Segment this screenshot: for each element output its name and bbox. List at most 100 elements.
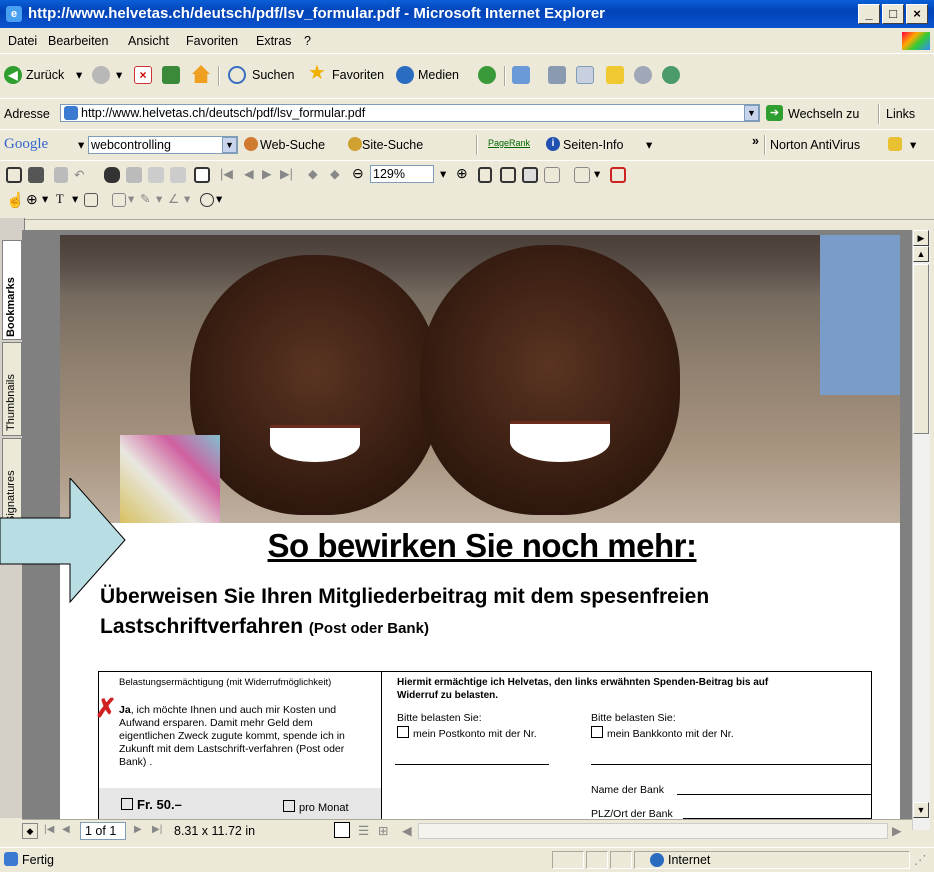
hand-tool-icon[interactable]: ☝ [6,191,25,209]
refresh-icon[interactable] [162,66,180,84]
minimize-button[interactable]: _ [858,4,880,24]
zoom-in-icon[interactable]: ⊕ [456,165,468,182]
go-button[interactable]: Wechseln zu [788,107,859,121]
actual-size-icon[interactable] [478,167,492,183]
page-number-field[interactable]: 1 of 1 [80,822,126,840]
horizontal-scrollbar[interactable] [418,823,888,839]
stamp-icon[interactable] [200,193,214,207]
next-view-icon[interactable]: ◆ [330,166,340,181]
previous-view-icon[interactable]: ◆ [308,166,318,181]
favorites-button[interactable]: Favoriten [332,68,384,82]
google-logo[interactable]: Google [4,136,48,153]
history-icon[interactable] [478,66,496,84]
google-dropdown-icon[interactable]: ▾ [78,137,84,152]
print-icon[interactable] [548,66,566,84]
last-page-icon[interactable]: ▶| [280,166,293,181]
continuous-layout-icon[interactable]: ☰ [358,823,369,838]
zoom-tool-icon[interactable]: ⊕ [26,191,38,208]
zoom-out-icon[interactable]: ⊖ [352,165,364,182]
first-page-icon[interactable]: |◀ [220,166,233,181]
forward-dropdown-icon[interactable]: ▾ [116,67,122,82]
menu-datei[interactable]: Datei [8,34,37,48]
pencil-dropdown-icon[interactable]: ▾ [156,191,162,206]
stamp-dropdown-icon[interactable]: ▾ [216,191,222,206]
links-button[interactable]: Links [886,107,915,121]
next-page-nav-icon[interactable]: ▶ [134,824,142,835]
folder-icon[interactable] [606,66,624,84]
fit-visible-icon[interactable] [544,167,560,183]
search-button[interactable]: Suchen [252,68,294,82]
postkonto-checkbox[interactable] [397,726,409,738]
search-pdf-icon[interactable] [126,167,142,183]
favorites-star-icon[interactable]: ★ [308,63,326,83]
show-hide-nav-icon[interactable]: ◆ [22,823,38,839]
chevron-more-icon[interactable]: » [752,134,759,148]
vertical-scrollbar[interactable]: ▶ ▲ ▼ [912,230,930,830]
resize-grip-icon[interactable]: ⋰ [914,852,927,867]
per-month-checkbox[interactable] [283,800,295,812]
acrobat-icon[interactable] [610,167,626,183]
facing-layout-icon[interactable]: ⊞ [378,823,388,838]
menu-favoriten[interactable]: Favoriten [186,34,238,48]
print-pdf-icon[interactable] [28,167,44,183]
highlight-dropdown-icon[interactable]: ▾ [184,191,190,206]
web-search-button[interactable]: Web-Suche [260,138,325,152]
forward-icon[interactable] [92,66,110,84]
prev-page-icon[interactable]: ◀ [244,166,254,181]
menu-help[interactable]: ? [304,34,311,48]
extract-icon[interactable] [170,167,186,183]
address-input[interactable]: http://www.helvetas.ch/deutsch/pdf/lsv_f… [60,104,760,122]
stop-icon[interactable]: × [134,66,152,84]
page-info-button[interactable]: Seiten-Info [563,138,623,152]
media-icon[interactable] [396,66,414,84]
people-icon[interactable] [662,66,680,84]
go-arrow-icon[interactable]: ➔ [766,105,783,121]
scroll-page-up-icon[interactable]: ▶ [913,230,929,246]
rotate-icon[interactable] [574,167,590,183]
text-select-dropdown-icon[interactable]: ▾ [72,191,78,206]
prev-page-nav-icon[interactable]: ◀ [62,824,70,835]
scroll-down-icon[interactable]: ▼ [913,802,929,818]
first-page-nav-icon[interactable]: |◀ [44,824,54,835]
maximize-button[interactable]: □ [882,4,904,24]
find-icon[interactable] [104,167,120,183]
pages-icon[interactable] [148,167,164,183]
norton-dropdown-icon[interactable]: ▾ [910,137,916,152]
fit-width-icon[interactable] [522,167,538,183]
search-icon[interactable] [228,66,246,84]
back-icon[interactable]: ◀ [4,66,22,84]
back-dropdown-icon[interactable]: ▾ [76,67,82,82]
text-select-icon[interactable]: T [56,192,64,207]
scroll-thumb[interactable] [913,264,929,434]
single-page-layout-icon[interactable] [334,822,350,838]
snapshot-icon[interactable] [84,193,98,207]
zoom-tool-dropdown-icon[interactable]: ▾ [42,191,48,206]
navigation-pane-icon[interactable] [194,167,210,183]
next-page-icon[interactable]: ▶ [262,166,272,181]
last-page-nav-icon[interactable]: ▶| [152,824,162,835]
messenger-icon[interactable] [634,66,652,84]
zoom-dropdown-icon[interactable]: ▾ [440,166,446,181]
norton-antivirus-button[interactable]: Norton AntiVirus [770,138,860,152]
amount-checkbox[interactable] [121,798,133,810]
back-button[interactable]: Zurück [26,68,64,82]
google-search-input[interactable]: webcontrolling [88,136,238,154]
address-dropdown-icon[interactable]: ▼ [744,105,759,121]
note-dropdown-icon[interactable]: ▾ [128,191,134,206]
copy-icon[interactable] [54,167,68,183]
fit-page-icon[interactable] [500,167,516,183]
site-search-button[interactable]: Site-Suche [362,138,423,152]
rotate-dropdown-icon[interactable]: ▾ [594,166,600,181]
bankkonto-checkbox[interactable] [591,726,603,738]
hscroll-left-icon[interactable]: ◀ [402,823,412,838]
tab-bookmarks[interactable]: Bookmarks [2,240,22,340]
highlight-icon[interactable]: ∠ [168,191,179,206]
menu-bearbeiten[interactable]: Bearbeiten [48,34,108,48]
home-icon[interactable] [192,65,210,83]
scroll-up-icon[interactable]: ▲ [913,246,929,262]
google-query-dropdown-icon[interactable]: ▼ [222,137,237,153]
menu-ansicht[interactable]: Ansicht [128,34,169,48]
pagerank-indicator[interactable]: PageRank [488,138,530,148]
tab-thumbnails[interactable]: Thumbnails [2,342,22,436]
hscroll-right-icon[interactable]: ▶ [892,823,902,838]
